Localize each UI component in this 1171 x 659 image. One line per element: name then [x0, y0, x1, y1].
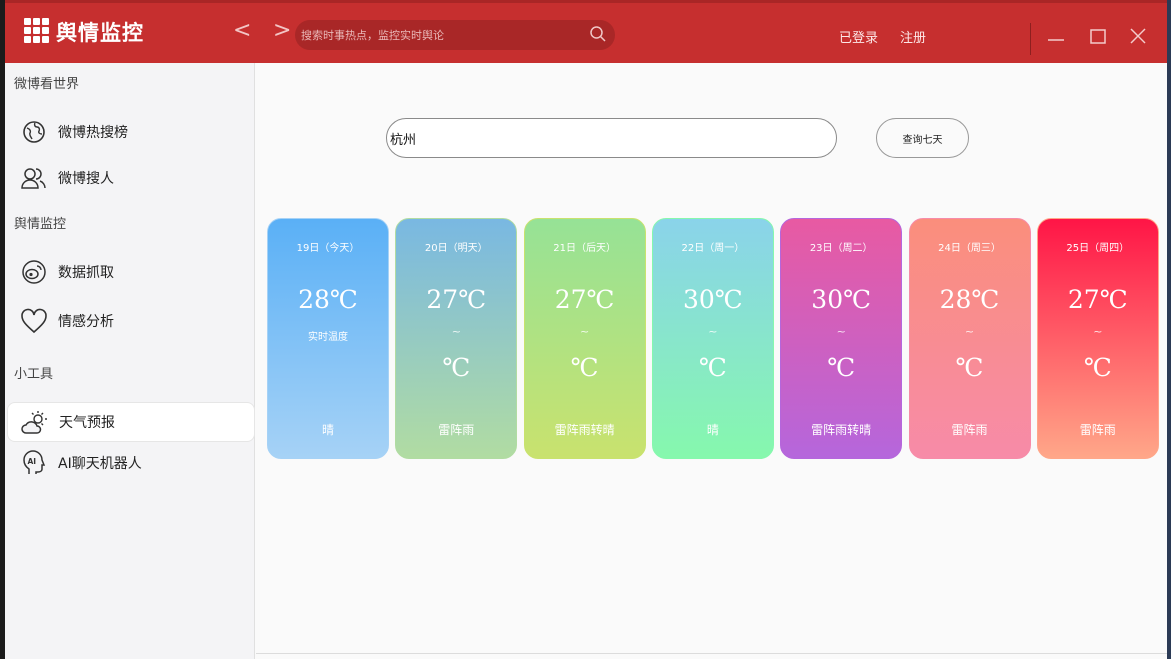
register-link[interactable]: 注册	[900, 27, 926, 46]
forecast-date: 24日（周三）	[938, 243, 1001, 254]
temp-range-separator: ~	[579, 325, 590, 338]
section-title-monitor: 舆情监控	[14, 217, 67, 232]
title-divider	[1030, 23, 1031, 55]
forecast-high-temp: 28℃	[939, 285, 1000, 314]
forecast-condition: 雷阵雨	[951, 423, 988, 437]
heart-icon	[19, 306, 49, 336]
search-box	[295, 20, 615, 50]
forecast-high-temp: 30℃	[683, 285, 743, 314]
forecast-high-temp: 28℃	[298, 285, 358, 314]
forecast-date: 21日（后天）	[553, 243, 616, 254]
realtime-temp-label: 实时温度	[308, 332, 348, 343]
bottom-divider	[256, 653, 1167, 654]
temp-range-separator: ~	[836, 325, 846, 338]
forecast-card: 23日（周二） 30℃ ~ ℃ 雷阵雨转晴	[780, 218, 903, 459]
forecast-condition: 雷阵雨	[438, 423, 475, 437]
forecast-low-temp: ℃	[827, 353, 856, 382]
background-edge	[1167, 0, 1171, 659]
login-status-link[interactable]: 已登录	[839, 27, 878, 46]
forecast-card: 19日（今天） 28℃ 实时温度晴	[267, 218, 389, 459]
forecast-high-temp: 27℃	[426, 285, 487, 314]
forecast-condition: 晴	[706, 423, 719, 437]
temp-range-separator: ~	[708, 325, 718, 338]
forecast-condition: 雷阵雨	[1079, 423, 1116, 437]
temp-range-separator: ~	[1093, 325, 1103, 338]
sidebar-item-label: 天气预报	[59, 415, 115, 431]
forecast-date: 22日（周一）	[681, 243, 745, 254]
forecast-card: 25日（周四） 27℃ ~ ℃ 雷阵雨	[1036, 218, 1159, 459]
section-title-tools: 小工具	[14, 367, 54, 382]
close-icon[interactable]	[1127, 25, 1149, 47]
temp-range-separator: ~	[964, 325, 975, 338]
section-title-weibo: 微博看世界	[14, 77, 80, 92]
sidebar-item-weather[interactable]: 天气预报	[7, 402, 255, 442]
forecast-high-temp: 27℃	[1067, 285, 1128, 314]
app-logo-icon	[24, 18, 50, 46]
sidebar-item-label: 微博热搜榜	[58, 125, 128, 141]
weibo-icon	[19, 257, 49, 287]
sidebar-item-sentiment[interactable]: 情感分析	[7, 301, 255, 341]
forecast-date: 25日（周四）	[1066, 243, 1130, 254]
globe-icon	[19, 117, 49, 147]
forecast-low-temp: ℃	[698, 353, 727, 382]
weather-icon	[20, 407, 50, 437]
forecast-low-temp: ℃	[1083, 353, 1112, 382]
forecast-date: 19日（今天）	[296, 243, 360, 254]
sidebar-item-ai-chat[interactable]: AI AI聊天机器人	[7, 443, 255, 483]
search-icon[interactable]	[589, 25, 607, 43]
forecast-high-temp: 30℃	[811, 285, 872, 314]
search-input[interactable]	[301, 20, 581, 50]
svg-text:AI: AI	[28, 457, 37, 466]
forecast-low-temp: ℃	[570, 353, 599, 382]
forecast-date: 23日（周二）	[809, 243, 873, 254]
sidebar-item-label: 情感分析	[58, 314, 114, 330]
users-icon	[19, 163, 49, 193]
minimize-icon[interactable]	[1045, 25, 1067, 47]
app-title: 舆情监控	[56, 20, 144, 45]
temp-range-separator: ~	[451, 325, 461, 338]
sidebar-item-label: 数据抓取	[58, 265, 114, 281]
weather-panel: 查询七天 19日（今天） 28℃ 实时温度晴 20日（明天） 27℃ ~ ℃ 雷阵雨 21日（后…	[256, 63, 1167, 659]
query-seven-days-button[interactable]: 查询七天	[876, 118, 969, 158]
forecast-date: 20日（明天）	[424, 243, 488, 254]
app-window: 舆情监控 < > 已登录 注册 微博看世界	[5, 0, 1167, 659]
back-button[interactable]: <	[233, 18, 251, 43]
sidebar-item-search-people[interactable]: 微博搜人	[7, 158, 255, 198]
forward-button[interactable]: >	[273, 18, 291, 43]
title-bar: 舆情监控 < > 已登录 注册	[5, 0, 1167, 63]
forecast-condition: 雷阵雨转晴	[554, 423, 615, 437]
maximize-icon[interactable]	[1087, 25, 1109, 47]
sidebar: 微博看世界 微博热搜榜 微博搜人 舆情监控 数据抓取 情感分析 小工具 天气预报…	[5, 63, 255, 659]
forecast-low-temp: ℃	[442, 353, 471, 382]
forecast-condition: 晴	[321, 423, 334, 437]
forecast-card: 24日（周三） 28℃ ~ ℃ 雷阵雨	[908, 218, 1031, 459]
sidebar-item-label: AI聊天机器人	[58, 456, 142, 472]
forecast-card: 21日（后天） 27℃ ~ ℃ 雷阵雨转晴	[523, 218, 646, 459]
forecast-low-temp: ℃	[955, 353, 984, 382]
forecast-high-temp: 27℃	[554, 285, 615, 314]
forecast-condition: 雷阵雨转晴	[811, 423, 872, 437]
city-input[interactable]	[386, 118, 837, 158]
ai-head-icon: AI	[19, 448, 49, 478]
forecast-card: 22日（周一） 30℃ ~ ℃ 晴	[651, 218, 774, 459]
sidebar-item-label: 微博搜人	[58, 171, 114, 187]
sidebar-item-hot-search[interactable]: 微博热搜榜	[7, 112, 255, 152]
forecast-card: 20日（明天） 27℃ ~ ℃ 雷阵雨	[395, 218, 518, 459]
sidebar-item-data-crawl[interactable]: 数据抓取	[7, 252, 255, 292]
